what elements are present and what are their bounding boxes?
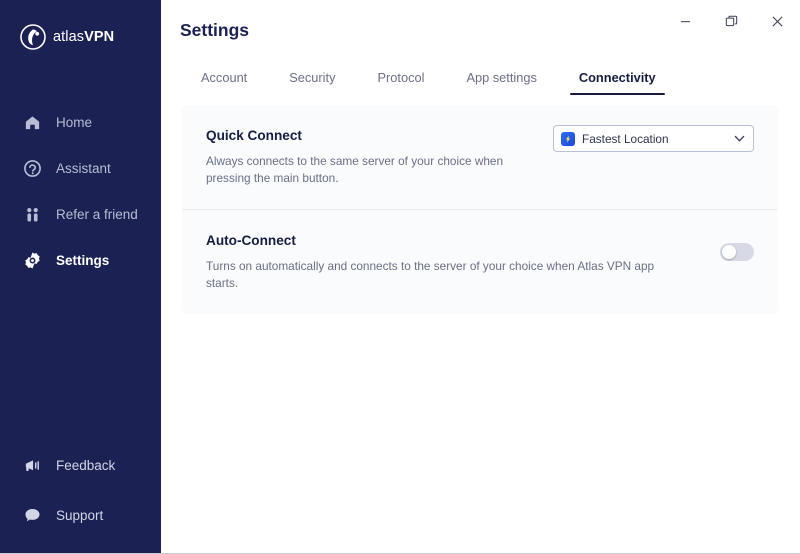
settings-tabs: Account Security Protocol App settings C… (180, 64, 677, 95)
main-content: Settings Account Security Protocol App s… (161, 0, 800, 553)
brand-prefix: atlas (53, 29, 85, 45)
quick-connect-select[interactable]: Fastest Location (553, 125, 754, 152)
quick-connect-section: Quick Connect Always connects to the sam… (182, 105, 778, 209)
sidebar-item-label: Support (56, 507, 104, 523)
window-titlebar (662, 0, 800, 42)
sidebar-item-refer-a-friend[interactable]: Refer a friend (0, 194, 161, 234)
settings-gear-icon (22, 250, 42, 270)
tab-security[interactable]: Security (268, 64, 356, 95)
secondary-nav: Feedback Support (0, 445, 161, 535)
tab-app-settings[interactable]: App settings (445, 64, 557, 95)
tab-connectivity[interactable]: Connectivity (558, 64, 677, 95)
toggle-knob (722, 245, 736, 260)
atlas-shield-logo-icon (20, 24, 46, 50)
tab-protocol[interactable]: Protocol (356, 64, 445, 95)
sidebar-item-label: Refer a friend (56, 206, 138, 222)
sidebar-item-home[interactable]: Home (0, 102, 161, 142)
maximize-restore-button[interactable] (708, 0, 754, 42)
sidebar-item-label: Settings (56, 252, 110, 268)
sidebar-item-feedback[interactable]: Feedback (0, 445, 161, 485)
megaphone-icon (22, 455, 42, 475)
brand-suffix: VPN (84, 29, 115, 45)
connectivity-settings-card: Quick Connect Always connects to the sam… (182, 105, 778, 315)
close-button[interactable] (754, 0, 800, 42)
page-title: Settings (180, 20, 250, 40)
chat-bubble-icon (22, 505, 42, 525)
brand: atlasVPN (0, 0, 161, 50)
quick-connect-description: Always connects to the same server of yo… (206, 154, 504, 186)
sidebar-item-label: Home (56, 114, 93, 130)
refer-friend-people-icon (22, 204, 42, 224)
assistant-chat-icon (22, 158, 42, 178)
minimize-button[interactable] (662, 0, 708, 42)
chevron-down-icon (733, 132, 746, 145)
sidebar-item-settings[interactable]: Settings (0, 240, 161, 280)
auto-connect-toggle[interactable] (720, 243, 754, 262)
quick-connect-selected-value: Fastest Location (582, 131, 669, 146)
tab-account[interactable]: Account (180, 64, 268, 95)
auto-connect-description: Turns on automatically and connects to t… (206, 259, 655, 291)
brand-text: atlasVPN (53, 29, 114, 45)
primary-nav: Home Assistant Refer a friend Settings (0, 102, 161, 280)
auto-connect-section: Auto-Connect Turns on automatically and … (182, 209, 778, 314)
sidebar-item-label: Assistant (56, 160, 111, 176)
lightning-bolt-icon (561, 131, 575, 146)
atlas-vpn-window: atlasVPN Home Assistant Refer a friend S… (0, 0, 800, 554)
home-icon (22, 112, 42, 132)
sidebar: atlasVPN Home Assistant Refer a friend S… (0, 0, 161, 553)
sidebar-item-label: Feedback (56, 457, 116, 473)
sidebar-item-assistant[interactable]: Assistant (0, 148, 161, 188)
sidebar-item-support[interactable]: Support (0, 495, 161, 535)
auto-connect-title: Auto-Connect (206, 233, 296, 249)
